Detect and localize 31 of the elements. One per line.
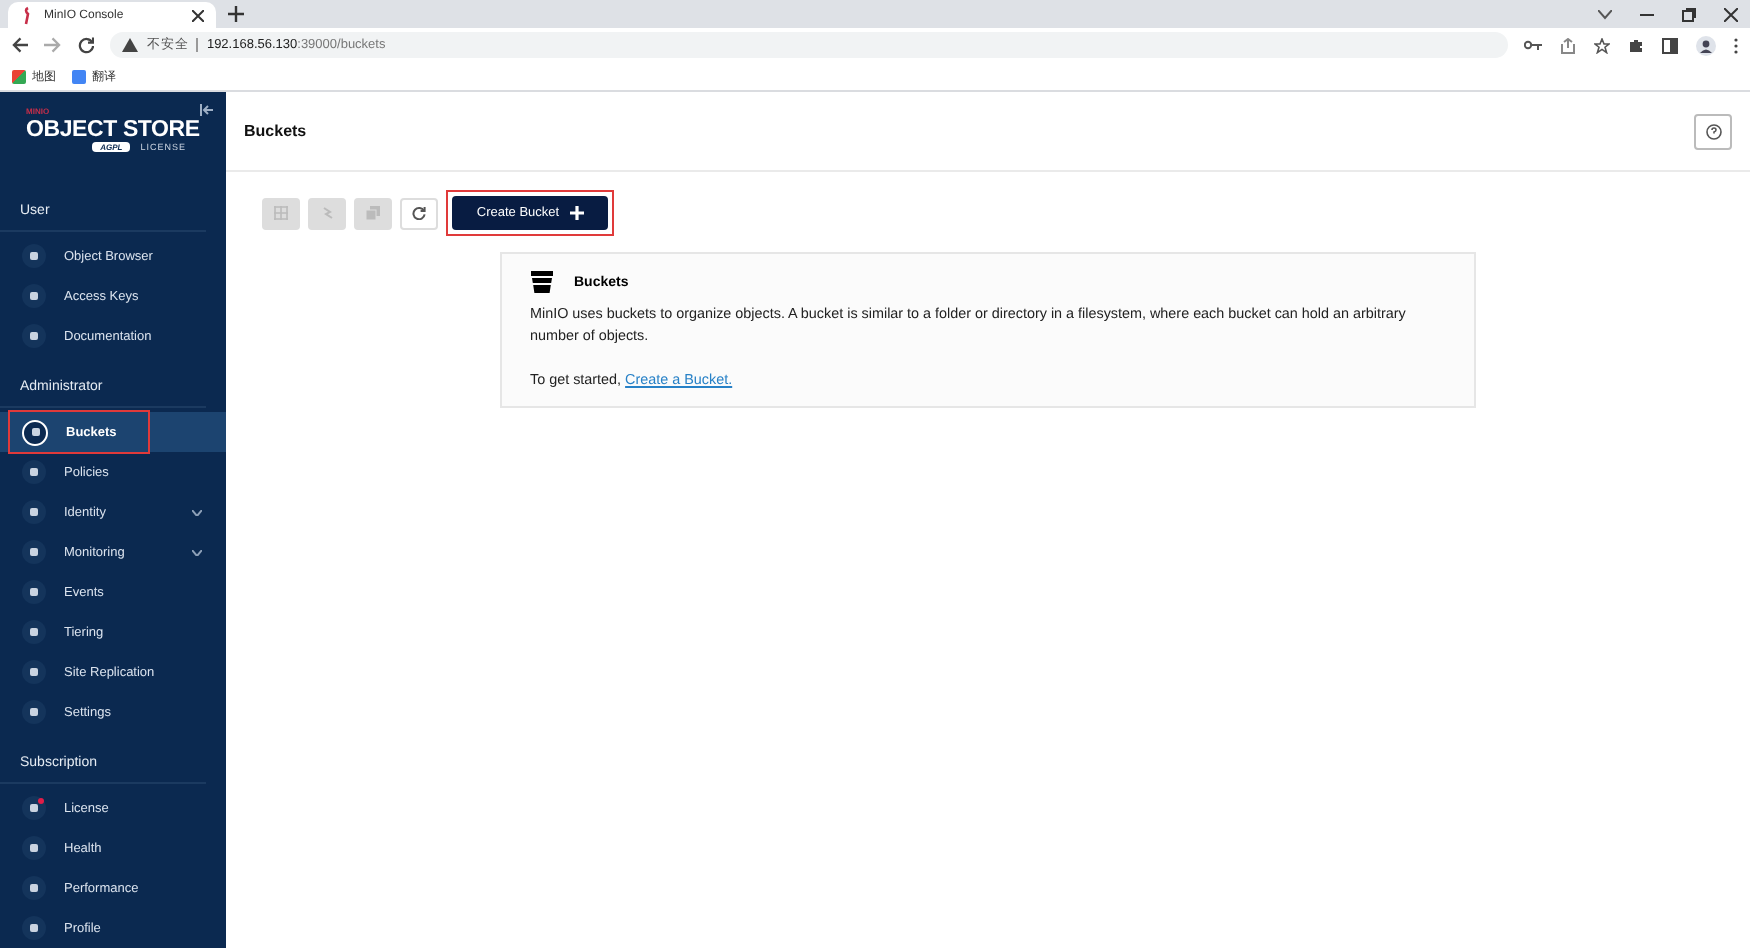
collapse-icon[interactable]: [200, 104, 214, 116]
toolbar-button[interactable]: [400, 197, 438, 229]
chevron-down-icon[interactable]: [192, 509, 202, 515]
share-icon[interactable]: [1560, 37, 1576, 53]
warning-icon: [122, 38, 139, 52]
help-icon: [1705, 123, 1721, 139]
chevron-down-icon[interactable]: [1598, 9, 1612, 19]
highlight-frame: [8, 410, 150, 454]
close-icon[interactable]: [192, 9, 204, 21]
flamingo-icon: [20, 5, 34, 25]
profile-icon[interactable]: [1696, 35, 1716, 55]
refresh-icon: [412, 206, 426, 220]
star-icon[interactable]: [1594, 37, 1610, 53]
puzzle-icon[interactable]: [1628, 37, 1644, 53]
page-title: Buckets: [244, 122, 307, 140]
side-panel-icon[interactable]: [1662, 37, 1678, 53]
stack-icon: [366, 206, 380, 220]
help-button[interactable]: [1694, 113, 1732, 149]
grid-icon: [274, 206, 288, 220]
reload-icon[interactable]: [77, 36, 95, 54]
zigzag-icon: [321, 206, 333, 220]
close-icon[interactable]: [1724, 7, 1738, 21]
plus-icon[interactable]: [228, 6, 244, 22]
bucket-icon: [530, 270, 554, 294]
minimize-icon[interactable]: [1640, 13, 1654, 15]
restore-icon[interactable]: [1682, 7, 1696, 21]
chevron-down-icon[interactable]: [192, 549, 202, 555]
back-arrow-icon[interactable]: [12, 36, 29, 54]
product-title: OBJECT STORE: [26, 118, 202, 142]
key-icon[interactable]: [1524, 40, 1542, 50]
plus-icon: [569, 206, 584, 220]
